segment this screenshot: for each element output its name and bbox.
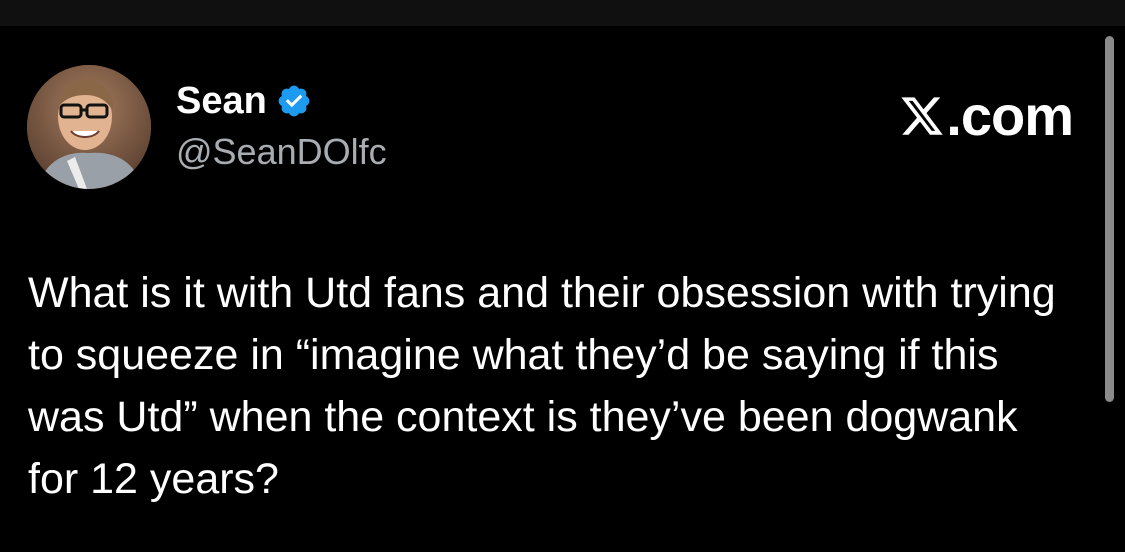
x-logo-icon xyxy=(898,93,946,139)
verified-badge-icon xyxy=(276,83,312,119)
tweet-text: What is it with Utd fans and their obses… xyxy=(28,269,1056,503)
author-handle[interactable]: @SeanDOlfc xyxy=(176,130,387,174)
brand-text: .com xyxy=(946,84,1074,147)
author-display-name[interactable]: Sean xyxy=(176,78,267,124)
brand-watermark: .com xyxy=(898,84,1074,148)
avatar[interactable] xyxy=(27,65,151,189)
top-bar xyxy=(0,0,1125,26)
author-name-row: Sean xyxy=(176,78,312,124)
scrollbar[interactable] xyxy=(1105,36,1114,402)
